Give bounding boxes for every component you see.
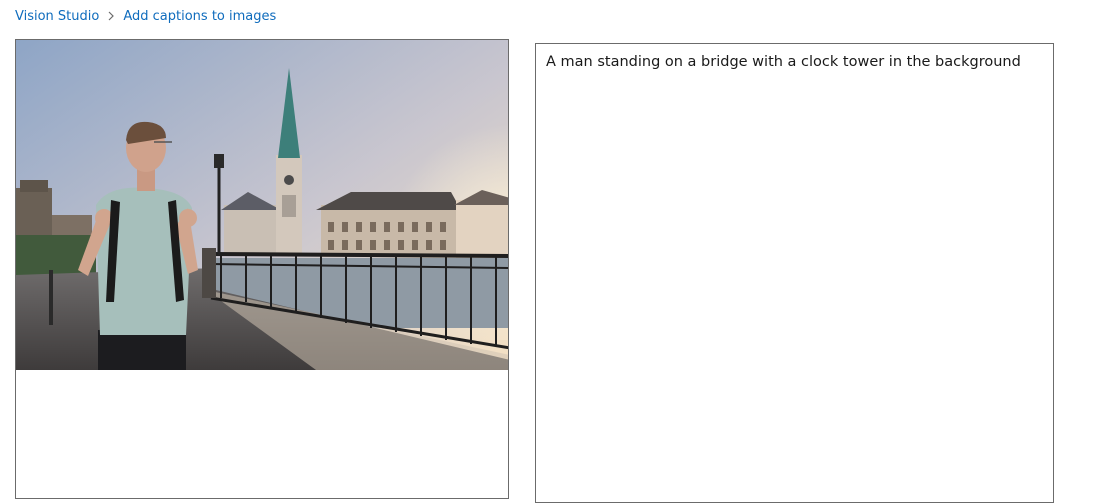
breadcrumb: Vision Studio Add captions to images — [15, 6, 276, 26]
uploaded-photo — [16, 40, 508, 370]
chevron-right-icon — [99, 11, 123, 21]
breadcrumb-link-vision-studio[interactable]: Vision Studio — [15, 9, 99, 24]
breadcrumb-link-add-captions[interactable]: Add captions to images — [123, 9, 276, 24]
caption-panel: A man standing on a bridge with a clock … — [535, 43, 1054, 503]
caption-text: A man standing on a bridge with a clock … — [546, 54, 1021, 70]
image-panel — [15, 39, 509, 499]
